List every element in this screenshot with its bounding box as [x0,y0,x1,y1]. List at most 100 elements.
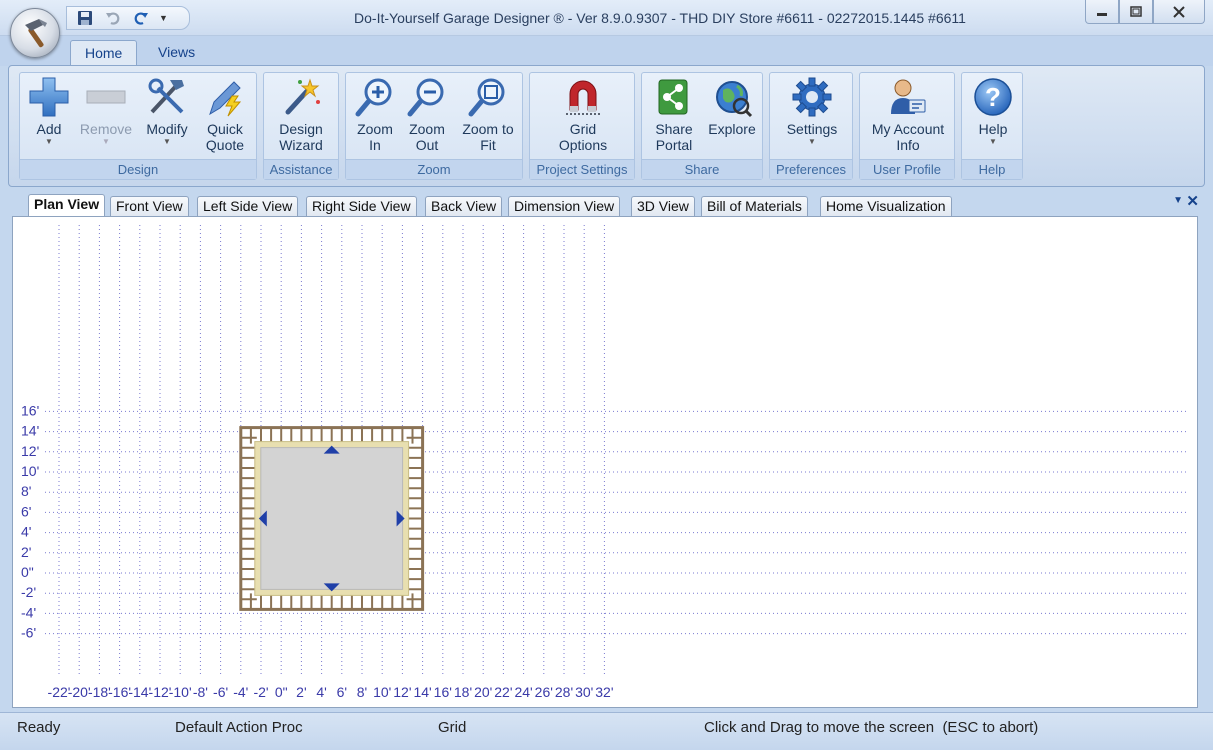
help-label: Help [978,121,1008,137]
window-title: Do-It-Yourself Garage Designer ® - Ver 8… [354,10,966,26]
remove-button[interactable]: Remove ▼ [78,75,134,147]
x-axis-tick-label: -2' [253,684,268,700]
explore-button[interactable]: Explore [704,75,760,137]
garage-floor [260,447,404,590]
y-axis-tick-label: -4' [21,604,36,620]
quick-quote-button[interactable]: Quick Quote [200,75,250,153]
tools-icon [148,78,184,114]
explore-label: Explore [708,121,756,137]
y-axis-tick-label: -2' [21,584,36,600]
zoom-in-button[interactable]: Zoom In [350,75,400,153]
quick-access-toolbar: ▼ [66,6,190,30]
y-axis-tick-label: 2' [21,544,31,560]
x-axis-tick-label: 10' [373,684,391,700]
x-axis-tick-label: 26' [535,684,553,700]
share-portal-label-2: Portal [655,137,693,153]
group-design: Add ▼ Remove ▼ Modify ▼ Quick Quote Desi… [19,72,257,180]
ribbon: Add ▼ Remove ▼ Modify ▼ Quick Quote Desi… [8,65,1205,187]
tab-3d-view[interactable]: 3D View [631,196,695,216]
undo-icon[interactable] [103,9,123,27]
status-action: Default Action Proc [175,719,303,736]
y-axis-tick-label: 14' [21,423,39,439]
zoom-out-label-2: Out [415,137,439,153]
tab-dimension-view[interactable]: Dimension View [508,196,621,216]
plan-view-drawing[interactable]: -22'-20'-18'-16'-14'-12'-10' -8' -6' -4' -2'… [17,221,1193,703]
group-label-help: Help [962,159,1022,179]
zoom-out-icon [407,78,444,117]
x-axis-tick-label: 8' [357,684,367,700]
maximize-button[interactable] [1119,0,1153,24]
grid-options-label-2: Options [558,137,608,153]
group-user-profile: My Account Info User Profile [859,72,955,180]
grid-options-button[interactable]: Grid Options [548,75,618,153]
zoom-in-icon [355,78,392,117]
y-axis-tick-label: -6' [21,625,36,641]
group-label-share: Share [642,159,762,179]
x-axis-tick-label: 6' [337,684,347,700]
modify-label: Modify [146,121,188,137]
design-wizard-button[interactable]: Design Wizard [268,75,334,153]
zoom-fit-icon [468,78,505,117]
title-bar: ▼ Do-It-Yourself Garage Designer ® - Ver… [0,0,1213,36]
add-label: Add [36,121,62,137]
share-portal-button[interactable]: Share Portal [648,75,700,153]
y-axis-tick-label: 16' [21,402,39,418]
tab-back-view[interactable]: Back View [425,196,503,216]
remove-label: Remove [79,121,133,137]
chevron-down-icon: ▼ [989,137,997,146]
quick-quote-label-1: Quick [207,121,243,137]
tab-home-visualization[interactable]: Home Visualization [820,196,952,216]
x-axis-tick-label: 24' [514,684,532,700]
minimize-button[interactable] [1085,0,1119,24]
tab-views[interactable]: Views [144,40,209,66]
share-portal-icon [658,79,688,115]
my-account-info-button[interactable]: My Account Info [864,75,952,153]
plan-view-canvas[interactable]: -22' -20' -18' -16' -14' -12' -10' -8' -6' -4' -2'… [12,216,1198,708]
x-axis-tick-label: -8' [193,684,208,700]
design-wizard-label-1: Design [279,121,323,137]
redo-icon[interactable] [131,9,151,27]
help-button[interactable]: ? Help ▼ [966,75,1020,147]
zoom-out-button[interactable]: Zoom Out [402,75,452,153]
gear-icon [792,77,832,117]
x-axis-tick-label: 22' [494,684,512,700]
x-axis-tick-label: 4' [316,684,326,700]
settings-button[interactable]: Settings ▼ [776,75,848,147]
tab-front-view[interactable]: Front View [110,196,189,216]
add-button[interactable]: Add ▼ [26,75,72,147]
status-grid: Grid [438,719,467,736]
save-icon[interactable] [75,9,95,27]
tab-home[interactable]: Home [70,40,138,66]
modify-button[interactable]: Modify ▼ [142,75,192,147]
close-window-button[interactable] [1153,0,1205,24]
y-axis-tick-label: 8' [21,483,31,499]
group-zoom: Zoom In Zoom Out Zoom to Fit Zoom [345,72,523,180]
ribbon-tab-strip: Home Views [0,36,1213,66]
tab-left-side-view[interactable]: Left Side View [197,196,299,216]
user-account-icon [891,79,926,114]
group-label-zoom: Zoom [346,159,522,179]
zoom-fit-label-1: Zoom to [462,121,514,137]
zoom-to-fit-button[interactable]: Zoom to Fit [456,75,520,153]
application-menu-button[interactable] [10,8,60,58]
status-hint: Click and Drag to move the screen (ESC t… [704,719,1039,736]
zoom-out-label-1: Zoom [409,121,445,137]
tab-plan-view[interactable]: Plan View [28,194,106,217]
globe-icon [716,81,753,118]
magnet-icon [566,80,600,115]
qat-customize-dropdown[interactable]: ▼ [159,13,168,23]
tab-right-side-view[interactable]: Right Side View [306,196,417,216]
close-tab-icon[interactable]: ✕ [1186,192,1199,210]
chevron-down-icon: ▼ [45,137,53,146]
svg-text:?: ? [985,82,1001,112]
zoom-in-label-2: In [369,137,381,153]
tab-list-dropdown-icon[interactable]: ▼ [1173,195,1183,206]
tab-bill-of-materials[interactable]: Bill of Materials [701,196,808,216]
x-axis-tick-label: 18' [454,684,472,700]
group-label-design: Design [20,159,256,179]
window-controls [1085,0,1205,24]
help-icon: ? [974,78,1012,116]
settings-label: Settings [786,121,838,137]
group-label-project-settings: Project Settings [530,159,634,179]
y-axis-tick-label: 10' [21,463,39,479]
